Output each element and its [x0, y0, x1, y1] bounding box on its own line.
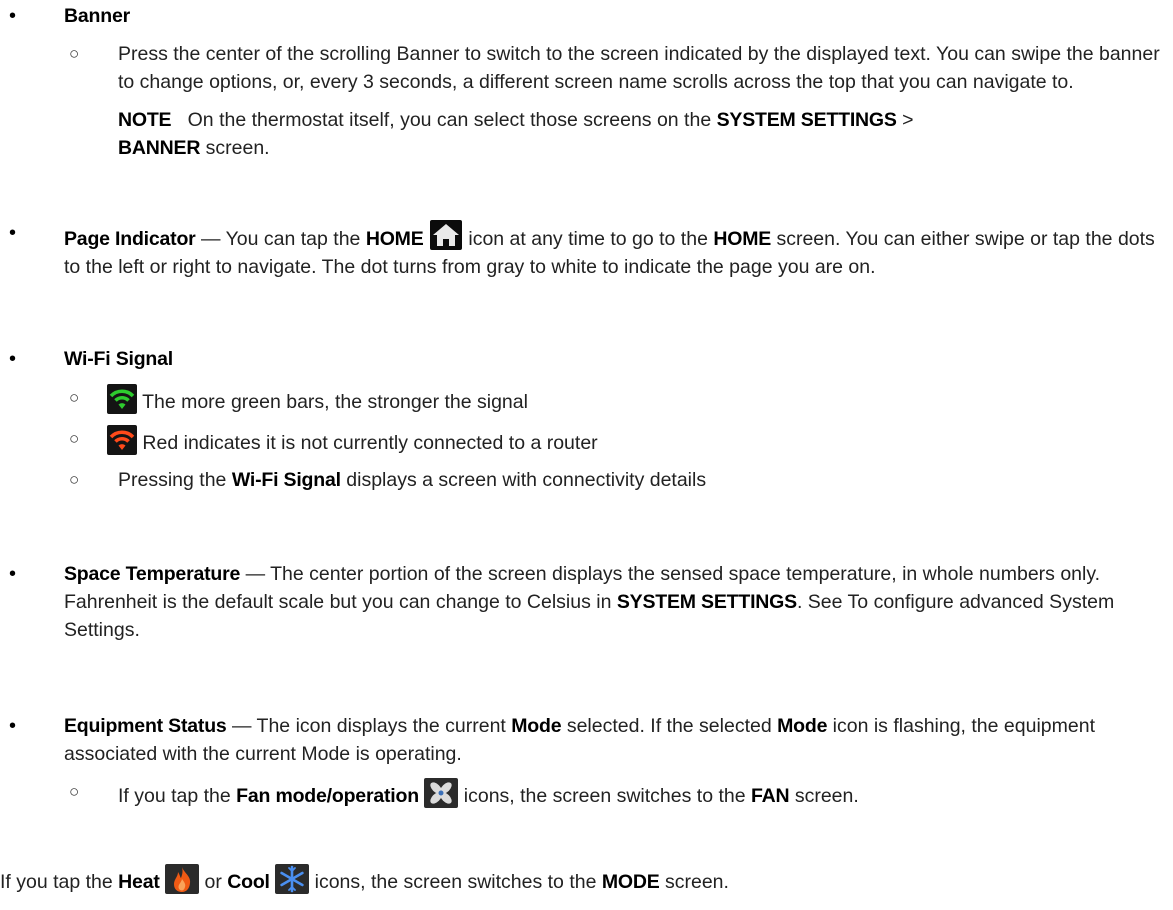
sub-bullet: ○	[69, 782, 80, 801]
mode-bold: Mode	[777, 715, 828, 737]
banner-description: ○ Press the center of the scrolling Bann…	[0, 40, 1161, 96]
wifi-heading: Wi-Fi Signal	[64, 348, 174, 370]
page-indicator-text: — You can tap the	[201, 228, 361, 250]
note-text-end: screen.	[205, 137, 270, 159]
sub-bullet: ○	[69, 429, 80, 448]
sub-bullet: ○	[69, 44, 80, 63]
wifi-green-text: The more green bars, the stronger the si…	[142, 391, 528, 413]
equipment-section: • Equipment Status — The icon displays t…	[0, 712, 1161, 810]
wifi-red-icon	[107, 425, 137, 455]
page-indicator-section: • Page Indicator — You can tap the HOME …	[0, 219, 1161, 281]
bullet: •	[9, 348, 17, 370]
space-temp-item: • Space Temperature — The center portion…	[0, 560, 1161, 644]
wifi-item: • Wi-Fi Signal	[0, 345, 1161, 373]
page-indicator-heading: Page Indicator	[64, 228, 196, 250]
sub-bullet: ○	[69, 470, 80, 489]
flame-icon	[165, 864, 200, 894]
note-label: NOTE	[118, 109, 172, 131]
space-temp-section: • Space Temperature — The center portion…	[0, 560, 1161, 644]
final-text-end: screen.	[664, 871, 729, 893]
wifi-red-item: ○ Red indicates it is not currently conn…	[0, 425, 1161, 457]
wifi-section: • Wi-Fi Signal ○ The more green bars, th…	[0, 345, 1161, 494]
fan-icon	[424, 778, 459, 808]
wifi-green-item: ○ The more green bars, the stronger the …	[0, 384, 1161, 416]
equipment-item: • Equipment Status — The icon displays t…	[0, 712, 1161, 768]
mode-screen-bold: MODE	[601, 871, 660, 893]
final-text: icons, the screen switches to the	[314, 871, 597, 893]
note-separator: >	[902, 109, 914, 131]
heat-bold: Heat	[118, 871, 160, 893]
bullet: •	[9, 222, 17, 244]
final-line: If you tap the Heat or Cool icons, the s…	[0, 864, 1161, 896]
cool-bold: Cool	[227, 871, 270, 893]
wifi-press-text-end: displays a screen with connectivity deta…	[346, 469, 707, 491]
snowflake-icon	[275, 864, 310, 894]
note-bold-banner: BANNER	[118, 137, 201, 159]
system-settings-bold: SYSTEM SETTINGS	[616, 591, 797, 613]
page-indicator-text: icon at any time to go to the	[468, 228, 708, 250]
home-bold: HOME	[713, 228, 772, 250]
fan-text: If you tap the	[118, 785, 231, 807]
bullet: •	[9, 715, 17, 737]
fan-screen-bold: FAN	[751, 785, 790, 807]
note-bold-system-settings: SYSTEM SETTINGS	[716, 109, 897, 131]
note-text: On the thermostat itself, you can select…	[187, 109, 712, 131]
banner-heading: Banner	[64, 5, 130, 27]
home-bold: HOME	[365, 228, 424, 250]
final-text: If you tap the	[0, 871, 113, 893]
fan-text: icons, the screen switches to the	[463, 785, 746, 807]
wifi-red-text: Red indicates it is not currently connec…	[142, 432, 598, 454]
banner-section: • Banner ○ Press the center of the scrol…	[0, 2, 1161, 162]
mode-bold: Mode	[511, 715, 562, 737]
banner-desc-text: Press the center of the scrolling Banner…	[118, 43, 1160, 93]
fan-bold: Fan mode/operation	[236, 785, 419, 807]
final-text: or	[204, 871, 222, 893]
fan-text-end: screen.	[794, 785, 859, 807]
page-indicator-item: • Page Indicator — You can tap the HOME …	[0, 219, 1161, 281]
equipment-text: — The icon displays the current	[231, 715, 506, 737]
equipment-text: selected. If the selected	[566, 715, 772, 737]
wifi-press-text: Pressing the	[118, 469, 227, 491]
equipment-heading: Equipment Status	[64, 715, 227, 737]
wifi-green-icon	[107, 384, 137, 414]
fan-item: ○ If you tap the Fan mode/operation icon…	[0, 778, 1161, 810]
wifi-press-bold: Wi-Fi Signal	[231, 469, 341, 491]
bullet: •	[9, 5, 17, 27]
space-temp-heading: Space Temperature	[64, 563, 241, 585]
home-icon	[429, 219, 463, 251]
bullet: •	[9, 563, 17, 585]
wifi-press-item: ○ Pressing the Wi-Fi Signal displays a s…	[0, 466, 1161, 494]
banner-note: NOTE On the thermostat itself, you can s…	[0, 106, 1161, 162]
sub-bullet: ○	[69, 388, 80, 407]
banner-item: • Banner	[0, 2, 1161, 30]
